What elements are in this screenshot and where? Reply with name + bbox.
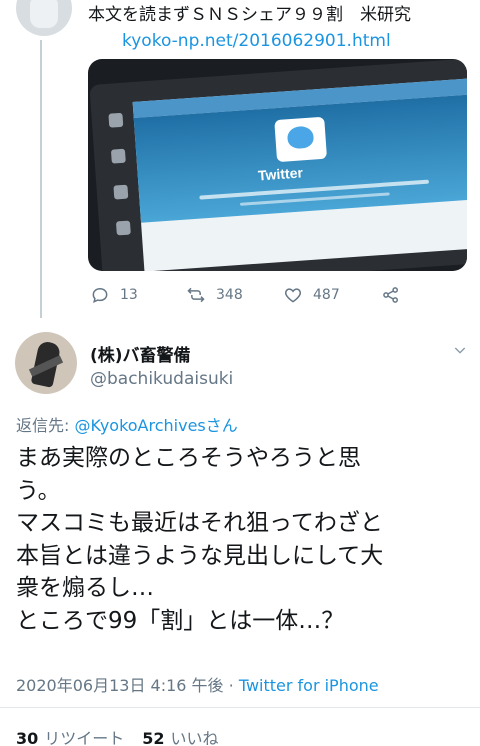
tweet-meta: 2020年06月13日 4:16 午後 · Twitter for iPhone xyxy=(16,672,379,696)
engagement-counts: 30 リツイート 52 いいね xyxy=(16,725,219,746)
tweet-media-image[interactable]: Twitter xyxy=(88,59,467,271)
retweets-stat[interactable]: 30 リツイート xyxy=(16,729,124,746)
avatar-face xyxy=(30,0,58,28)
thread-connector-line xyxy=(40,40,42,318)
tablet-sidebar-icons xyxy=(103,112,138,271)
reply-to-line: 返信先: @KyokoArchivesさん xyxy=(16,412,238,436)
divider xyxy=(0,707,480,708)
retweet-icon xyxy=(187,287,205,303)
tablet-screen-title: Twitter xyxy=(257,164,304,184)
chevron-down-icon[interactable] xyxy=(452,342,468,358)
reply-to-label: 返信先: xyxy=(16,416,75,435)
tweet-body-line: 本旨とは違うような見出しにして大 xyxy=(16,542,384,569)
retweet-count: 348 xyxy=(216,287,243,303)
reply-icon xyxy=(92,287,108,303)
tweet-source-link[interactable]: Twitter for iPhone xyxy=(239,676,379,695)
retweets-count: 30 xyxy=(16,729,39,746)
retweet-button[interactable]: 348 xyxy=(186,284,243,306)
retweets-label: リツイート xyxy=(44,729,125,746)
reply-to-handle[interactable]: @KyokoArchivesさん xyxy=(74,416,237,435)
like-button[interactable]: 487 xyxy=(283,284,340,306)
heart-icon xyxy=(284,288,302,303)
likes-stat[interactable]: 52 いいね xyxy=(142,729,218,746)
tablet-screen: Twitter xyxy=(132,77,467,271)
tweet-body-line: まあ実際のところそうやろうと思 xyxy=(16,445,361,471)
tablet-photo: Twitter xyxy=(89,59,467,271)
reply-count: 13 xyxy=(120,287,138,303)
share-button[interactable] xyxy=(381,284,411,306)
author-avatar[interactable] xyxy=(15,332,77,394)
article-link[interactable]: kyoko-np.net/2016062901.html xyxy=(122,30,391,52)
avatar[interactable] xyxy=(16,0,72,36)
reply-button[interactable]: 13 xyxy=(90,284,138,306)
tweet-timestamp[interactable]: 2020年06月13日 4:16 午後 · xyxy=(16,676,239,695)
like-count: 487 xyxy=(313,287,340,303)
share-icon xyxy=(383,287,398,303)
tweet-body-line: ところで99「割」とは一体…？ xyxy=(16,607,345,634)
parent-tweet-actions: 13 348 487 xyxy=(88,284,418,306)
author-display-name[interactable]: (株)バ畜警備 xyxy=(90,341,191,366)
tweet-body-line: 衆を煽るし… xyxy=(16,575,154,601)
tweet-body: まあ実際のところそうやろうと思 う。 マスコミも最近はそれ狙ってわざと 本旨とは… xyxy=(16,442,466,637)
likes-label: いいね xyxy=(170,729,219,746)
parent-tweet-text: 本文を読まずＳＮＳシェア９９割 米研究 xyxy=(88,5,411,25)
tweet-body-line: マスコミも最近はそれ狙ってわざと xyxy=(16,510,383,536)
author-screen-name[interactable]: @bachikudaisuki xyxy=(90,369,233,389)
likes-count: 52 xyxy=(142,729,165,746)
tweet-body-line: う。 xyxy=(16,477,61,504)
